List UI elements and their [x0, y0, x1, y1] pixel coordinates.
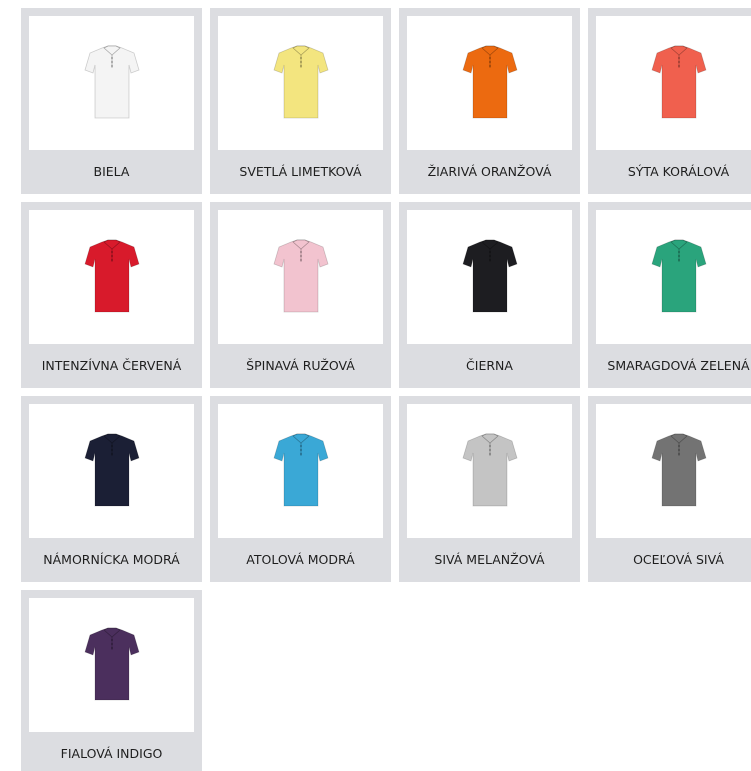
polo-shirt-icon [273, 45, 328, 119]
color-swatch-card[interactable]: SMARAGDOVÁ ZELENÁ [588, 202, 751, 388]
product-image [596, 16, 751, 150]
product-image [407, 404, 572, 538]
color-name-label: SMARAGDOVÁ ZELENÁ [607, 358, 750, 373]
color-swatch-card[interactable]: ŠPINAVÁ RUŽOVÁ [210, 202, 391, 388]
product-image [407, 16, 572, 150]
color-swatch-card[interactable]: SÝTA KORÁLOVÁ [588, 8, 751, 194]
polo-shirt-icon [462, 433, 517, 507]
polo-shirt-icon [84, 239, 139, 313]
color-swatch-card[interactable]: NÁMORNÍCKA MODRÁ [21, 396, 202, 582]
color-swatch-card[interactable]: ŽIARIVÁ ORANŽOVÁ [399, 8, 580, 194]
product-image [218, 404, 383, 538]
color-name-label: OCEĽOVÁ SIVÁ [633, 552, 724, 567]
color-swatch-card[interactable]: BIELA [21, 8, 202, 194]
color-swatch-card[interactable]: SVETLÁ LIMETKOVÁ [210, 8, 391, 194]
polo-shirt-icon [273, 433, 328, 507]
color-swatch-grid: BIELA SVETLÁ LIMETKOVÁ ŽIARIVÁ ORANŽOVÁ SÝT… [21, 8, 751, 771]
color-name-label: ŠPINAVÁ RUŽOVÁ [246, 358, 355, 373]
polo-shirt-icon [651, 239, 706, 313]
polo-shirt-icon [84, 627, 139, 701]
color-name-label: BIELA [93, 164, 130, 179]
color-swatch-card[interactable]: ČIERNA [399, 202, 580, 388]
polo-shirt-icon [84, 45, 139, 119]
color-swatch-card[interactable]: INTENZÍVNA ČERVENÁ [21, 202, 202, 388]
product-image [596, 210, 751, 344]
polo-shirt-icon [462, 45, 517, 119]
color-name-label: SÝTA KORÁLOVÁ [627, 164, 730, 179]
product-image [29, 16, 194, 150]
product-image [596, 404, 751, 538]
color-swatch-card[interactable]: SIVÁ MELANŽOVÁ [399, 396, 580, 582]
color-swatch-card[interactable]: OCEĽOVÁ SIVÁ [588, 396, 751, 582]
product-image [29, 404, 194, 538]
product-image [218, 210, 383, 344]
product-image [29, 598, 194, 732]
product-image [218, 16, 383, 150]
color-name-label: ŽIARIVÁ ORANŽOVÁ [427, 164, 552, 179]
color-swatch-card[interactable]: ATOLOVÁ MODRÁ [210, 396, 391, 582]
polo-shirt-icon [273, 239, 328, 313]
color-name-label: SIVÁ MELANŽOVÁ [434, 552, 545, 567]
polo-shirt-icon [651, 433, 706, 507]
color-name-label: ČIERNA [466, 358, 513, 373]
color-name-label: INTENZÍVNA ČERVENÁ [41, 358, 182, 373]
color-name-label: ATOLOVÁ MODRÁ [246, 552, 355, 567]
polo-shirt-icon [651, 45, 706, 119]
product-image [29, 210, 194, 344]
color-name-label: SVETLÁ LIMETKOVÁ [239, 164, 362, 179]
color-name-label: FIALOVÁ INDIGO [60, 746, 163, 761]
polo-shirt-icon [84, 433, 139, 507]
color-swatch-card[interactable]: FIALOVÁ INDIGO [21, 590, 202, 771]
product-image [407, 210, 572, 344]
color-name-label: NÁMORNÍCKA MODRÁ [43, 552, 180, 567]
polo-shirt-icon [462, 239, 517, 313]
